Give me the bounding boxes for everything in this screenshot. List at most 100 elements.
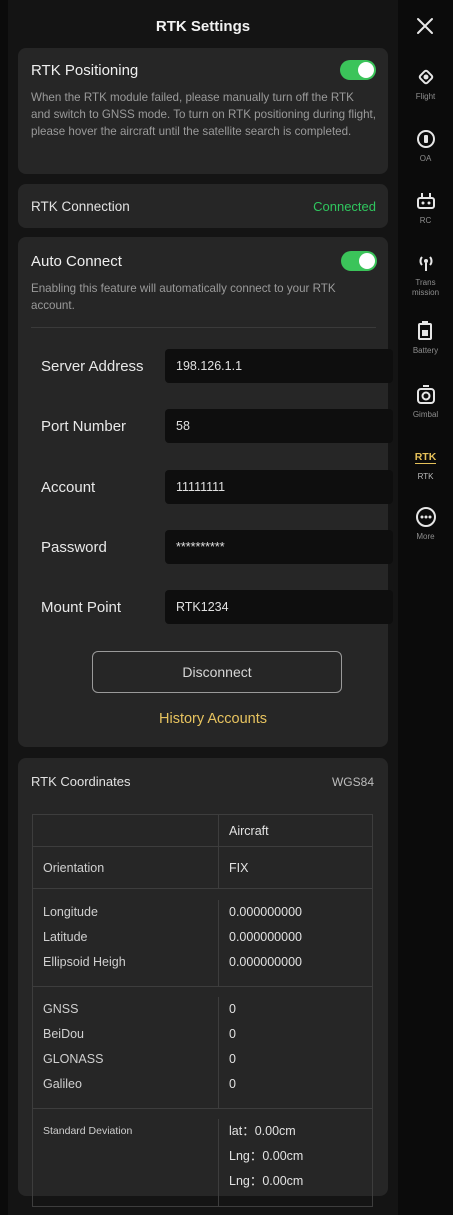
- sidebar-item-label: OA: [419, 154, 432, 163]
- sidebar-item-transmission[interactable]: Trans mission: [398, 250, 453, 298]
- sidebar-item-label: Flight: [415, 92, 436, 101]
- rtk-positioning-description: When the RTK module failed, please manua…: [31, 91, 376, 138]
- port-number-label: Port Number: [41, 417, 127, 435]
- port-number-row: Port Number 58: [41, 409, 393, 443]
- beidou-value: 0: [229, 1027, 236, 1041]
- glonass-label: GLONASS: [43, 1052, 104, 1066]
- port-number-input[interactable]: 58: [165, 409, 393, 443]
- obstacle-avoidance-icon: [413, 126, 439, 152]
- latitude-value: 0.000000000: [229, 930, 302, 944]
- glonass-value: 0: [229, 1052, 236, 1066]
- sidebar-item-label: RTK: [417, 472, 434, 481]
- remote-controller-icon: [413, 188, 439, 214]
- rtk-coordinates-card: RTK Coordinates WGS84 Aircraft Orientati…: [18, 758, 388, 1207]
- table-row: Orientation FIX: [33, 846, 372, 888]
- close-icon[interactable]: [413, 14, 437, 38]
- auto-connect-label: Auto Connect: [31, 252, 122, 270]
- auto-connect-card: Auto Connect Enabling this feature will …: [18, 237, 393, 747]
- page-title: RTK Settings: [155, 17, 251, 35]
- settings-sidebar: Flight OA RC Trans mission Battery Gimba…: [398, 0, 453, 1215]
- table-header-empty: [33, 815, 219, 846]
- transmission-icon: [413, 250, 439, 276]
- beidou-label: BeiDou: [43, 1027, 84, 1041]
- mount-point-label: Mount Point: [41, 598, 122, 616]
- more-icon: [413, 504, 439, 530]
- table-row: Standard Deviation lat：0.00cm Lng：0.00cm…: [33, 1108, 372, 1206]
- satellite-values: 0 0 0 0: [219, 997, 372, 1108]
- sidebar-item-gimbal[interactable]: Gimbal: [398, 382, 453, 420]
- deviation-lat-value: lat：0.00cm: [229, 1124, 296, 1138]
- deviation-values: lat：0.00cm Lng：0.00cm Lng：0.00cm: [219, 1119, 372, 1206]
- mount-point-row: Mount Point RTK1234: [41, 590, 393, 624]
- sidebar-item-label: Trans mission: [411, 278, 440, 297]
- sidebar-item-rtk[interactable]: RTK RTK: [398, 444, 453, 482]
- password-input[interactable]: **********: [165, 530, 393, 564]
- account-row: Account 11111111: [41, 470, 393, 504]
- coordinates-header: RTK Coordinates WGS84: [31, 774, 374, 789]
- rtk-positioning-label: RTK Positioning: [31, 61, 139, 79]
- account-input[interactable]: 11111111: [165, 470, 393, 504]
- server-address-row: Server Address 198.126.1.1: [41, 349, 393, 383]
- longitude-value: 0.000000000: [229, 905, 302, 919]
- rtk-positioning-row: RTK Positioning: [31, 60, 376, 80]
- position-labels: Longitude Latitude Ellipsoid Heigh: [33, 900, 219, 986]
- auto-connect-description: Enabling this feature will automatically…: [31, 282, 336, 312]
- standard-deviation-label: Standard Deviation: [43, 1125, 133, 1137]
- auto-connect-toggle[interactable]: [341, 251, 377, 271]
- rtk-icon: RTK: [413, 444, 439, 470]
- settings-panel: RTK Settings RTK Positioning When the RT…: [8, 0, 398, 1215]
- longitude-label: Longitude: [43, 905, 98, 919]
- ellipsoid-height-label: Ellipsoid Heigh: [43, 955, 126, 969]
- sidebar-item-label: Battery: [412, 346, 439, 355]
- divider: [31, 327, 376, 328]
- galileo-label: Galileo: [43, 1077, 82, 1091]
- latitude-label: Latitude: [43, 930, 88, 944]
- sidebar-item-flight[interactable]: Flight: [398, 64, 453, 102]
- password-label: Password: [41, 538, 107, 556]
- orientation-value: FIX: [229, 860, 249, 875]
- aircraft-column-header: Aircraft: [229, 823, 269, 838]
- coordinates-table: Aircraft Orientation FIX Longitude Latit…: [32, 814, 373, 1207]
- sidebar-item-battery[interactable]: Battery: [398, 318, 453, 356]
- coordinate-system: WGS84: [331, 774, 374, 789]
- rtk-positioning-card: RTK Positioning When the RTK module fail…: [18, 48, 388, 174]
- table-row: GNSS BeiDou GLONASS Galileo 0 0 0 0: [33, 986, 372, 1108]
- disconnect-button[interactable]: Disconnect: [92, 651, 342, 693]
- auto-connect-row: Auto Connect: [31, 251, 377, 271]
- sidebar-item-oa[interactable]: OA: [398, 126, 453, 164]
- flight-icon: [413, 64, 439, 90]
- sidebar-item-label: More: [416, 532, 435, 541]
- panel-header: RTK Settings: [8, 8, 398, 44]
- connection-status: Connected: [313, 198, 376, 214]
- table-header-row: Aircraft: [33, 815, 372, 846]
- coordinates-title: RTK Coordinates: [31, 774, 131, 789]
- rtk-badge: RTK: [414, 450, 437, 464]
- server-address-label: Server Address: [41, 357, 144, 375]
- deviation-label-cell: Standard Deviation: [33, 1119, 219, 1206]
- deviation-lng2-value: Lng：0.00cm: [229, 1174, 304, 1188]
- history-accounts-link[interactable]: History Accounts: [18, 711, 408, 727]
- rtk-positioning-toggle[interactable]: [340, 60, 376, 80]
- server-address-input[interactable]: 198.126.1.1: [165, 349, 393, 383]
- satellite-labels: GNSS BeiDou GLONASS Galileo: [33, 997, 219, 1108]
- deviation-lng-value: Lng：0.00cm: [229, 1149, 304, 1163]
- gnss-label: GNSS: [43, 1002, 79, 1016]
- auto-connect-section: Auto Connect Enabling this feature will …: [31, 251, 377, 314]
- sidebar-item-rc[interactable]: RC: [398, 188, 453, 226]
- sidebar-item-label: Gimbal: [412, 410, 439, 419]
- orientation-label: Orientation: [33, 847, 219, 888]
- gnss-value: 0: [229, 1002, 236, 1016]
- galileo-value: 0: [229, 1077, 236, 1091]
- account-label: Account: [41, 478, 96, 496]
- password-row: Password **********: [41, 530, 393, 564]
- ellipsoid-height-value: 0.000000000: [229, 955, 302, 969]
- gimbal-icon: [413, 382, 439, 408]
- rtk-connection-card: RTK Connection Connected: [18, 184, 388, 228]
- sidebar-item-label: RC: [419, 216, 432, 225]
- rtk-connection-label: RTK Connection: [31, 198, 130, 214]
- mount-point-input[interactable]: RTK1234: [165, 590, 393, 624]
- sidebar-item-more[interactable]: More: [398, 504, 453, 542]
- battery-icon: [413, 318, 439, 344]
- table-row: Longitude Latitude Ellipsoid Heigh 0.000…: [33, 888, 372, 986]
- position-values: 0.000000000 0.000000000 0.000000000: [219, 900, 372, 986]
